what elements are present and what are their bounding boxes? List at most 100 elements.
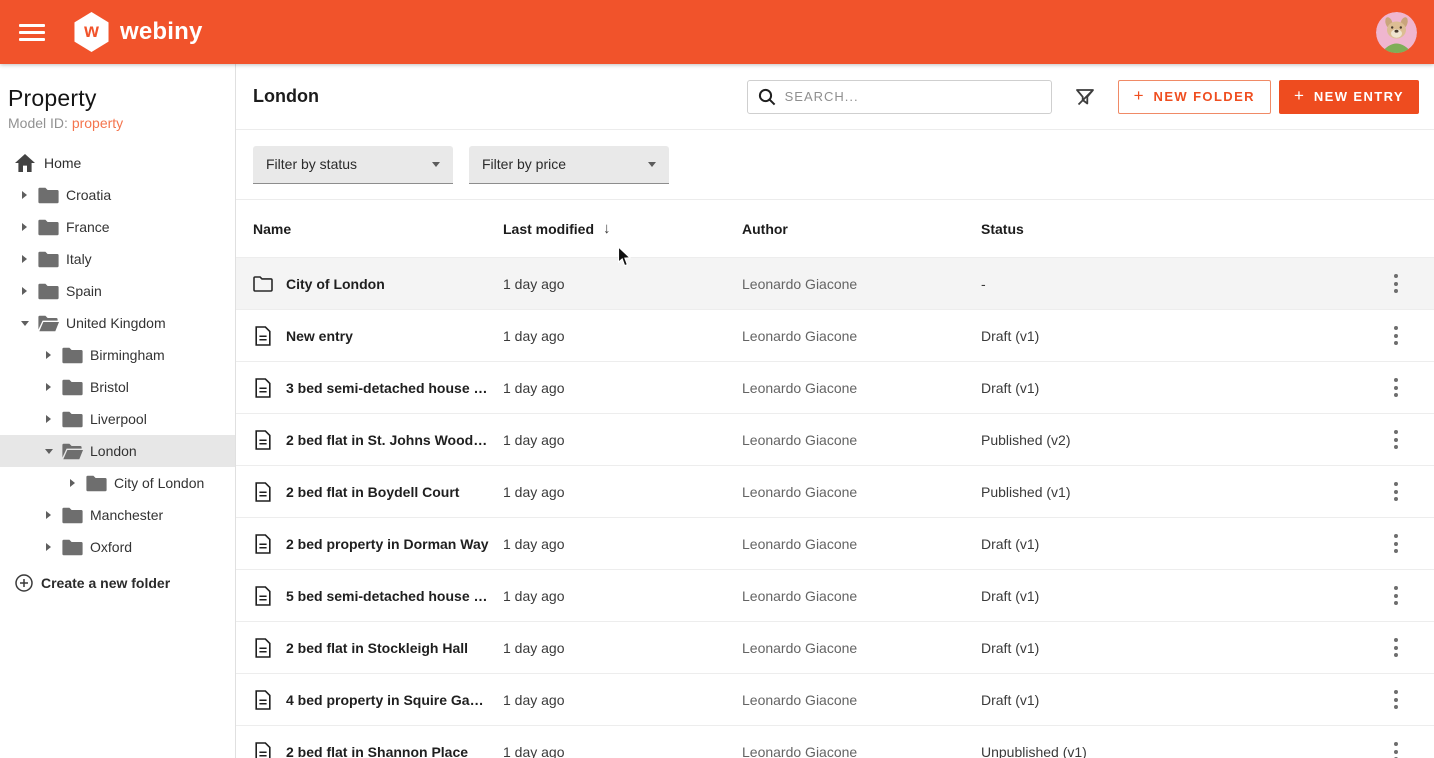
entry-last-modified: 1 day ago — [503, 588, 742, 604]
sidebar-folder-item[interactable]: Italy — [0, 243, 235, 275]
main-header: London + NEW FOLDER — [236, 64, 1434, 130]
row-menu-button[interactable] — [1382, 269, 1410, 299]
plus-icon: + — [1134, 86, 1144, 106]
row-menu-button[interactable] — [1382, 529, 1410, 559]
filter-toggle-icon[interactable] — [1074, 86, 1097, 108]
tree-arrow-icon[interactable] — [39, 383, 58, 391]
sidebar-folder-item[interactable]: London — [0, 435, 235, 467]
new-entry-button[interactable]: + NEW ENTRY — [1279, 80, 1419, 114]
tree-arrow-icon[interactable] — [15, 321, 34, 326]
tree-arrow-icon[interactable] — [15, 255, 34, 263]
row-document-icon — [253, 638, 273, 658]
search-input[interactable] — [785, 89, 1041, 104]
sidebar-item-home[interactable]: Home — [0, 147, 235, 179]
entry-status: Unpublished (v1) — [981, 744, 1382, 758]
table-row[interactable]: 2 bed property in Dorman Way 1 day ago L… — [236, 517, 1434, 569]
sidebar-folder-item[interactable]: Oxford — [0, 531, 235, 563]
table-row[interactable]: 2 bed flat in Shannon Place 1 day ago Le… — [236, 725, 1434, 758]
tree-arrow-icon[interactable] — [39, 351, 58, 359]
row-menu-button[interactable] — [1382, 581, 1410, 611]
create-folder-button[interactable]: Create a new folder — [0, 567, 235, 599]
folder-closed-icon — [37, 219, 59, 236]
folder-label: United Kingdom — [66, 315, 166, 331]
filter-by-price-select[interactable]: Filter by price — [469, 146, 669, 184]
table-row[interactable]: 4 bed property in Squire Gar… 1 day ago … — [236, 673, 1434, 725]
column-header-status[interactable]: Status — [981, 221, 1382, 237]
main-content: London + NEW FOLDER — [236, 64, 1434, 758]
folder-closed-icon — [37, 251, 59, 268]
model-id: Model ID: property — [8, 115, 227, 131]
folder-label: London — [90, 443, 137, 459]
row-menu-button[interactable] — [1382, 477, 1410, 507]
entry-last-modified: 1 day ago — [503, 380, 742, 396]
tree-arrow-icon[interactable] — [15, 223, 34, 231]
dog-avatar-image — [1376, 12, 1417, 53]
entry-last-modified: 1 day ago — [503, 432, 742, 448]
page-title: London — [253, 86, 319, 107]
table-row[interactable]: 2 bed flat in Stockleigh Hall 1 day ago … — [236, 621, 1434, 673]
row-menu-button[interactable] — [1382, 737, 1410, 758]
folder-closed-icon — [37, 283, 59, 300]
column-header-modified[interactable]: Last modified ↓ — [503, 220, 742, 237]
sidebar-folder-item[interactable]: Bristol — [0, 371, 235, 403]
menu-icon[interactable] — [17, 20, 47, 45]
tree-arrow-icon[interactable] — [39, 511, 58, 519]
entry-name: 3 bed semi-detached house … — [286, 380, 502, 396]
entry-name: City of London — [286, 276, 399, 292]
filter-by-status-select[interactable]: Filter by status — [253, 146, 453, 184]
sidebar-folder-item[interactable]: City of London — [0, 467, 235, 499]
entry-name: 2 bed flat in Shannon Place — [286, 744, 482, 758]
entry-name: 5 bed semi-detached house … — [286, 588, 502, 604]
folder-closed-icon — [61, 347, 83, 364]
sidebar-folder-item[interactable]: Croatia — [0, 179, 235, 211]
user-avatar[interactable] — [1376, 12, 1417, 53]
row-menu-button[interactable] — [1382, 633, 1410, 663]
table-row[interactable]: 2 bed flat in St. Johns Wood … 1 day ago… — [236, 413, 1434, 465]
search-box — [747, 80, 1052, 114]
row-menu-button[interactable] — [1382, 685, 1410, 715]
sidebar-folder-item[interactable]: United Kingdom — [0, 307, 235, 339]
row-menu-button[interactable] — [1382, 373, 1410, 403]
table-header: Name Last modified ↓ Author Status — [236, 200, 1434, 257]
tree-arrow-icon[interactable] — [15, 191, 34, 199]
tree-arrow-icon[interactable] — [39, 415, 58, 423]
table-row[interactable]: 2 bed flat in Boydell Court 1 day ago Le… — [236, 465, 1434, 517]
model-id-value[interactable]: property — [72, 115, 123, 131]
folder-label: Bristol — [90, 379, 129, 395]
entry-status: Draft (v1) — [981, 380, 1382, 396]
entry-author: Leonardo Giacone — [742, 588, 981, 604]
entry-status: Draft (v1) — [981, 328, 1382, 344]
tree-arrow-icon[interactable] — [63, 479, 82, 487]
folder-open-icon — [61, 443, 83, 460]
webiny-logo: w webiny — [73, 12, 203, 52]
entry-status: Published (v2) — [981, 432, 1382, 448]
entry-author: Leonardo Giacone — [742, 536, 981, 552]
sidebar-folder-item[interactable]: Spain — [0, 275, 235, 307]
table-row[interactable]: 3 bed semi-detached house … 1 day ago Le… — [236, 361, 1434, 413]
new-entry-label: NEW ENTRY — [1314, 89, 1404, 104]
new-folder-button[interactable]: + NEW FOLDER — [1118, 80, 1271, 114]
entry-last-modified: 1 day ago — [503, 640, 742, 656]
sidebar-folder-item[interactable]: Birmingham — [0, 339, 235, 371]
sidebar-folder-item[interactable]: Liverpool — [0, 403, 235, 435]
table-row[interactable]: New entry 1 day ago Leonardo Giacone Dra… — [236, 309, 1434, 361]
sidebar-folder-item[interactable]: Manchester — [0, 499, 235, 531]
folder-label: France — [66, 219, 110, 235]
table-row[interactable]: 5 bed semi-detached house … 1 day ago Le… — [236, 569, 1434, 621]
column-header-author[interactable]: Author — [742, 221, 981, 237]
table-row[interactable]: City of London 1 day ago Leonardo Giacon… — [236, 257, 1434, 309]
row-menu-button[interactable] — [1382, 321, 1410, 351]
folder-open-icon — [37, 315, 59, 332]
entry-last-modified: 1 day ago — [503, 484, 742, 500]
tree-arrow-icon[interactable] — [39, 449, 58, 454]
tree-arrow-icon[interactable] — [39, 543, 58, 551]
folder-closed-icon — [61, 539, 83, 556]
row-menu-button[interactable] — [1382, 425, 1410, 455]
filter-by-status-label: Filter by status — [266, 156, 357, 172]
folder-label: Oxford — [90, 539, 132, 555]
folder-closed-icon — [61, 379, 83, 396]
tree-arrow-icon[interactable] — [15, 287, 34, 295]
entry-author: Leonardo Giacone — [742, 380, 981, 396]
sidebar-folder-item[interactable]: France — [0, 211, 235, 243]
column-header-name[interactable]: Name — [253, 221, 503, 237]
